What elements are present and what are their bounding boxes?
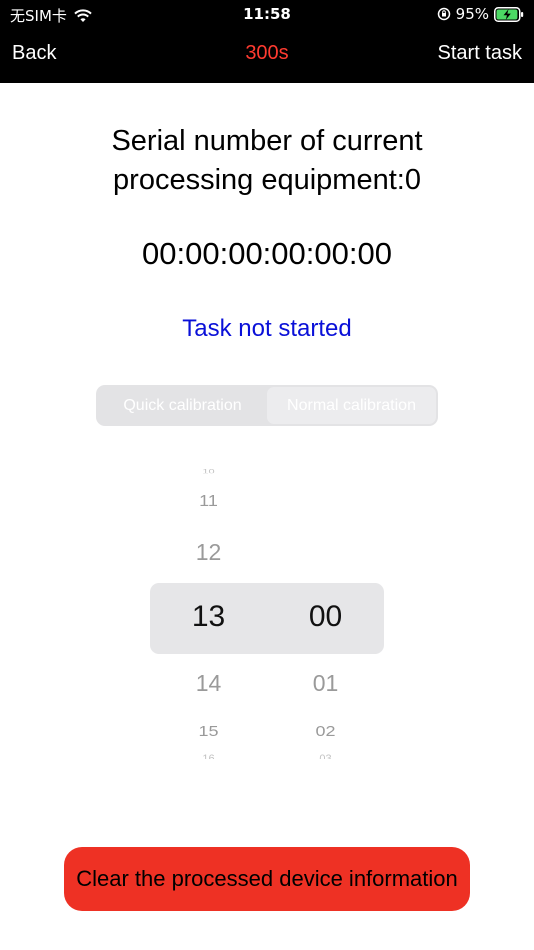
battery-percent: 95% <box>455 5 489 23</box>
picker-minute-row: 03 <box>319 753 332 759</box>
status-bar: 无SIM卡 11:58 95% <box>0 0 534 28</box>
battery-charging-icon <box>494 6 524 22</box>
picker-hour-selected: 13 <box>191 600 226 633</box>
picker-minute-row: 02 <box>315 723 336 740</box>
clear-device-info-button[interactable]: Clear the processed device information <box>64 847 470 911</box>
picker-hour-column[interactable]: 10 11 12 13 14 15 16 <box>150 463 267 763</box>
header: 无SIM卡 11:58 95% Back 300s Start task <box>0 0 534 83</box>
calibration-segmented-control: Quick calibration Normal calibration <box>96 385 438 426</box>
orientation-lock-icon <box>437 7 451 21</box>
picker-hour-row: 15 <box>198 723 219 740</box>
task-status: Task not started <box>182 315 352 342</box>
screen: 无SIM卡 11:58 95% Back 300s Start task Ser… <box>0 0 534 950</box>
picker-hour-row: 12 <box>195 539 222 565</box>
timer-display: 00:00:00:00:00:00 <box>142 236 392 271</box>
picker-hour-row: 14 <box>195 670 222 696</box>
segment-normal-calibration[interactable]: Normal calibration <box>267 387 436 424</box>
nav-bar: Back 300s Start task <box>0 33 534 75</box>
picker-hour-row: 10 <box>202 468 215 474</box>
time-picker: 10 11 12 13 14 15 16 00 01 02 03 <box>150 463 384 763</box>
status-right-group: 95% <box>437 5 524 23</box>
start-task-button[interactable]: Start task <box>438 42 522 65</box>
picker-minute-row: 01 <box>312 670 339 696</box>
serial-number-title: Serial number of current processing equi… <box>111 125 423 196</box>
segment-quick-calibration[interactable]: Quick calibration <box>98 387 267 424</box>
picker-minute-selected: 00 <box>308 600 343 633</box>
picker-hour-row: 11 <box>199 492 218 510</box>
picker-hour-row: 16 <box>202 753 215 759</box>
picker-minute-column[interactable]: 00 01 02 03 <box>267 463 384 763</box>
